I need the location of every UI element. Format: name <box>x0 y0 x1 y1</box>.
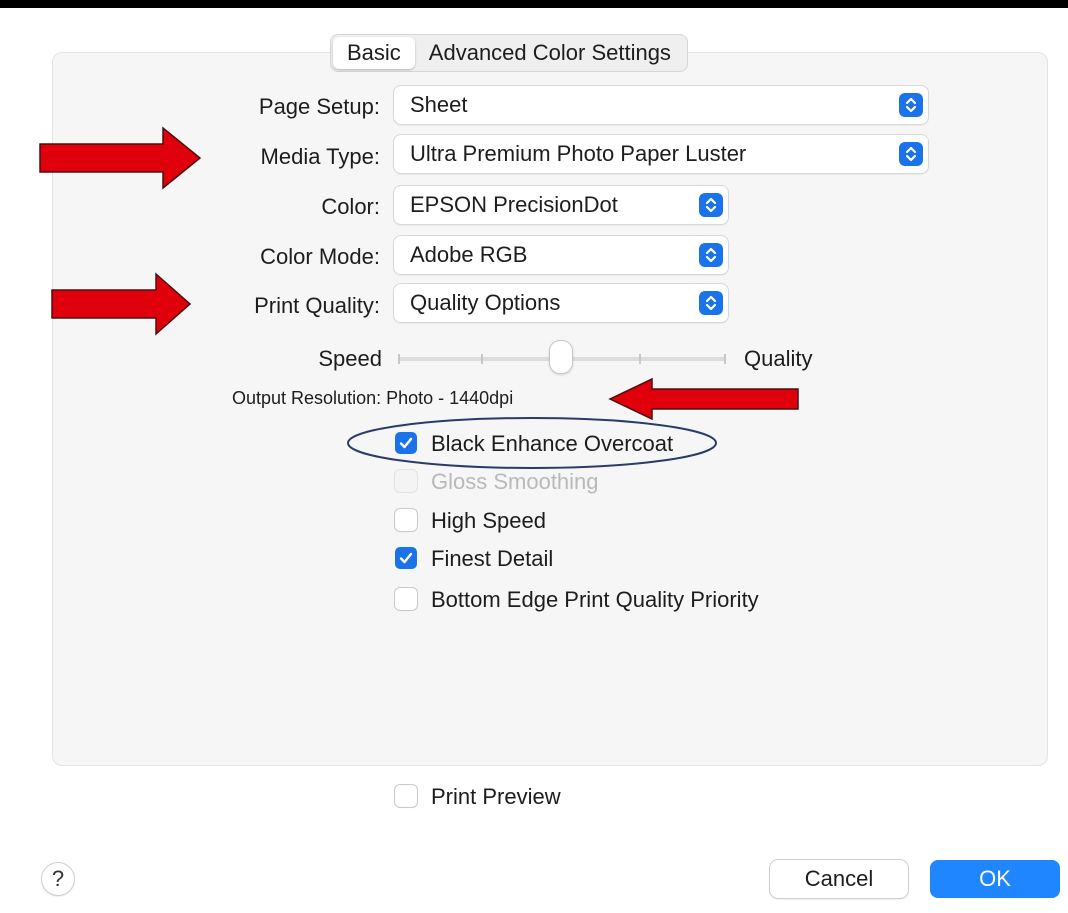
bottom-edge-print-quality-priority-label: Bottom Edge Print Quality Priority <box>431 587 759 612</box>
annotation-arrow-output-resolution <box>608 377 799 421</box>
gloss-smoothing-label: Gloss Smoothing <box>431 469 599 494</box>
gloss-smoothing-checkbox <box>395 470 417 492</box>
print-preview-label: Print Preview <box>431 784 561 809</box>
finest-detail-checkbox[interactable] <box>395 547 417 569</box>
chevron-up-down-icon <box>699 291 723 315</box>
finest-detail-label: Finest Detail <box>431 546 554 571</box>
checkmark-icon <box>399 552 413 564</box>
slider-quality-label: Quality <box>744 346 813 371</box>
color-mode-value: Adobe RGB <box>410 242 528 267</box>
color-label: Color: <box>321 194 380 219</box>
chevron-up-down-icon <box>699 193 723 217</box>
slider-tick <box>481 354 483 364</box>
media-type-popup[interactable]: Ultra Premium Photo Paper Luster <box>394 135 928 173</box>
page-setup-value: Sheet <box>410 92 468 117</box>
color-mode-popup[interactable]: Adobe RGB <box>394 236 728 274</box>
print-dialog: Basic Advanced Color Settings Page Setup… <box>0 0 1068 913</box>
slider-tick <box>398 354 400 364</box>
help-button[interactable]: ? <box>42 863 74 895</box>
annotation-arrow-media-type <box>39 126 202 190</box>
print-quality-label: Print Quality: <box>254 293 380 318</box>
color-value: EPSON PrecisionDot <box>410 192 618 217</box>
tab-basic[interactable]: Basic <box>333 37 415 69</box>
slider-tick <box>639 354 641 364</box>
print-quality-value: Quality Options <box>410 290 561 315</box>
output-resolution-text: Output Resolution: Photo - 1440dpi <box>232 388 514 408</box>
cancel-button[interactable]: Cancel <box>770 860 908 898</box>
color-mode-label: Color Mode: <box>260 244 380 269</box>
tab-bar: Basic Advanced Color Settings <box>330 34 688 72</box>
high-speed-checkbox[interactable] <box>395 509 417 531</box>
high-speed-label: High Speed <box>431 508 546 533</box>
media-type-value: Ultra Premium Photo Paper Luster <box>410 141 747 166</box>
print-quality-popup[interactable]: Quality Options <box>394 284 728 322</box>
slider-speed-label: Speed <box>318 346 382 371</box>
ok-button[interactable]: OK <box>930 860 1060 898</box>
page-setup-popup[interactable]: Sheet <box>394 86 928 124</box>
tab-advanced-color-settings[interactable]: Advanced Color Settings <box>415 37 685 69</box>
chevron-up-down-icon <box>899 142 923 166</box>
chevron-up-down-icon <box>899 93 923 117</box>
print-preview-checkbox[interactable] <box>395 785 417 807</box>
annotation-ellipse <box>347 417 717 469</box>
media-type-label: Media Type: <box>260 144 380 169</box>
slider-thumb[interactable] <box>550 341 572 373</box>
bottom-edge-print-quality-priority-checkbox[interactable] <box>395 588 417 610</box>
color-popup[interactable]: EPSON PrecisionDot <box>394 186 728 224</box>
slider-tick <box>724 354 726 364</box>
annotation-arrow-print-quality <box>51 272 192 336</box>
chevron-up-down-icon <box>699 243 723 267</box>
page-setup-label: Page Setup: <box>258 94 380 119</box>
